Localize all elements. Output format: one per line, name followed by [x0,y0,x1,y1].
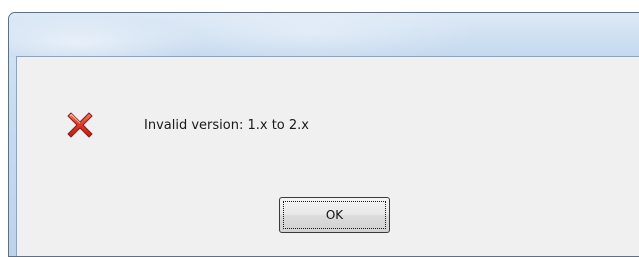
error-x-icon [67,112,93,138]
dialog-window: Invalid version: 1.x to 2.x OK [8,12,639,257]
ok-button-label: OK [283,201,386,229]
dialog-body: Invalid version: 1.x to 2.x OK [16,56,639,256]
title-bar[interactable] [9,13,639,57]
ok-button[interactable]: OK [279,197,390,233]
error-message: Invalid version: 1.x to 2.x [144,118,309,133]
